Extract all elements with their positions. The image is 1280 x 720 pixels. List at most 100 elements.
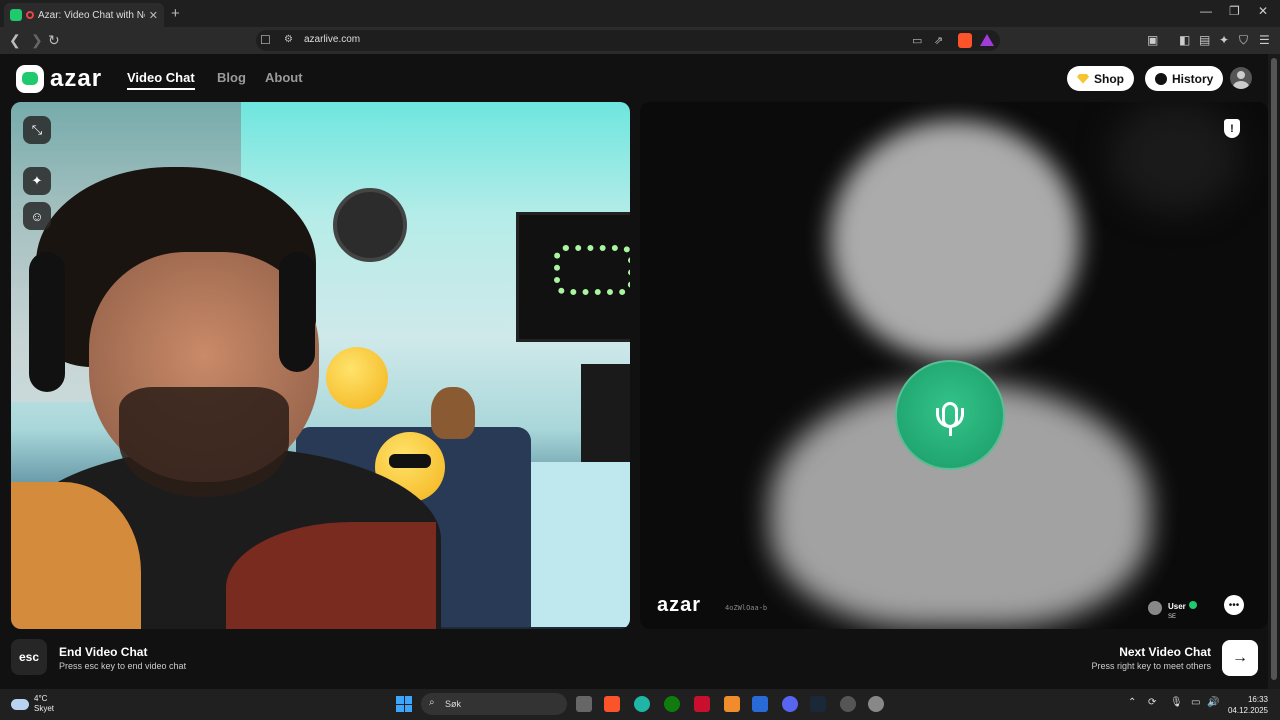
close-window-button[interactable]: ✕ [1258,4,1268,18]
windows-start-button[interactable] [396,696,412,712]
tab-search-icon[interactable]: ▣ [1147,33,1158,47]
end-video-chat-hint: Press esc key to end video chat [59,661,187,671]
shop-label: Shop [1094,71,1124,86]
brave-shields-icon[interactable] [958,33,972,48]
nav-about[interactable]: About [265,70,303,85]
headset-right [279,252,315,372]
arrow-right-icon: → [1232,649,1248,666]
session-id: 4oZWlOaa-b [725,604,768,612]
recording-icon [26,11,34,19]
headset-left [29,252,65,392]
face-filter-button[interactable]: ☺ [23,202,51,230]
brave-rewards-icon[interactable] [980,34,994,46]
discord-icon[interactable] [782,696,798,712]
weather-condition: Skyet [34,704,55,713]
effects-button[interactable]: ✦ [23,167,51,195]
sync-icon[interactable]: ⟳ [1148,697,1156,708]
new-tab-button[interactable]: + [171,5,180,22]
nav-blog[interactable]: Blog [217,70,246,85]
windows-taskbar: 4°C Skyet ⌕ Søk ⌃ ⟳ 🎙 ▭ 🔊 16:33 04.12.20… [0,689,1280,720]
volume-icon[interactable]: 🔊 [1207,697,1219,708]
clock-date: 04.12.2025 [1227,706,1268,715]
next-video-chat-button[interactable]: → [1222,640,1258,676]
shrink-icon: ⤡ [31,122,43,137]
steam-icon[interactable] [810,696,826,712]
menu-icon[interactable]: ☰ [1259,33,1270,47]
back-button[interactable]: ❮ [9,32,21,49]
vpn-icon[interactable]: ⛉ [1239,33,1248,48]
cast-icon[interactable]: ▭ [912,34,922,47]
minimize-video-button[interactable]: ⤡ [23,116,51,144]
search-placeholder: Søk [445,699,462,709]
clock-time: 16:33 [1247,695,1268,704]
leo-ai-icon[interactable]: ✦ [1219,33,1229,47]
system-clock[interactable]: 16:33 04.12.2025 [1228,694,1268,716]
local-video: ⤡ ✦ ☺ [11,102,630,629]
browser-tab[interactable]: Azar: Video Chat with New Pe ✕ [4,3,164,27]
smiley-icon: ☺ [30,208,44,224]
brave-browser-icon[interactable] [604,696,620,712]
site-settings-icon[interactable]: ⚙ [284,34,293,45]
esc-key-button[interactable]: esc [11,639,47,675]
xbox-icon[interactable] [664,696,680,712]
sidebar-icon[interactable]: ◧ [1179,33,1190,47]
reload-button[interactable]: ↻ [48,32,60,49]
vlc-icon[interactable] [724,696,740,712]
site-favicon-icon [10,9,22,21]
browser-toolbar: ❮ ❯ ↻ ☐ ⚙ azarlive.com ▭ ⇗ [0,27,1280,54]
gem-icon [1077,73,1089,84]
wall-decoration [333,188,407,262]
bookmark-icon[interactable]: ☐ [260,33,271,47]
audio-only-mic-icon [895,360,1005,470]
remote-video: ! azar 4oZWlOaa-b User SE ••• [640,102,1268,629]
logo-text: azar [50,65,103,92]
wallet-icon[interactable]: ▤ [1199,33,1210,47]
user-avatar-icon [1148,601,1162,615]
end-video-chat-title: End Video Chat [59,645,148,659]
minimize-button[interactable]: — [1200,4,1212,18]
restore-button[interactable]: ❐ [1229,4,1240,18]
close-tab-icon[interactable]: ✕ [149,9,158,22]
remote-placeholder-head [830,120,1080,360]
store-icon[interactable] [752,696,768,712]
next-video-chat-hint: Press right key to meet others [1091,661,1211,671]
sparkle-icon: ✦ [31,173,43,188]
address-bar[interactable]: ☐ ⚙ azarlive.com ▭ ⇗ [256,30,1000,51]
chat-button[interactable]: ••• [1224,595,1244,615]
azar-page: azar Video Chat Blog About Shop History … [0,54,1268,689]
remote-blur-shadow [1110,102,1240,212]
url-text: azarlive.com [304,34,361,45]
page-scrollbar[interactable] [1268,54,1280,689]
report-shield-button[interactable]: ! [1224,119,1240,138]
lastpass-icon[interactable] [694,696,710,712]
weather-widget[interactable]: 4°C Skyet [11,694,54,714]
edge-icon[interactable] [634,696,650,712]
settings-icon[interactable] [868,696,884,712]
person-beard [119,387,289,497]
forward-button[interactable]: ❯ [31,32,43,49]
microphone-tray-icon[interactable]: 🎙 [1170,697,1183,708]
browser-tab-strip: Azar: Video Chat with New Pe ✕ + — ❐ ✕ [0,0,1280,27]
history-label: History [1172,71,1214,86]
share-icon[interactable]: ⇗ [934,34,943,47]
shop-button[interactable]: Shop [1067,66,1134,91]
tray-overflow-icon[interactable]: ⌃ [1128,697,1136,708]
task-view-icon[interactable] [576,696,592,712]
network-icon[interactable]: ▭ [1191,697,1200,708]
app-icon[interactable] [840,696,856,712]
cloud-icon [11,698,29,710]
history-button[interactable]: History [1145,66,1224,91]
profile-avatar[interactable] [1230,67,1252,89]
nav-video-chat[interactable]: Video Chat [127,70,195,90]
temperature: 4°C [34,694,48,703]
remote-user-name: User [1168,602,1186,611]
taskbar-search[interactable]: ⌕ Søk [421,693,567,715]
verified-badge-icon [1188,601,1197,609]
tab-title: Azar: Video Chat with New Pe [38,9,145,21]
heart-eyes-emoji-pillow [326,347,388,409]
next-video-chat-title: Next Video Chat [1119,645,1211,659]
remote-user-info[interactable]: User SE [1148,596,1197,620]
tv-screen [516,212,630,342]
remote-watermark: azar [657,594,702,616]
azar-logo[interactable]: azar [16,65,102,93]
